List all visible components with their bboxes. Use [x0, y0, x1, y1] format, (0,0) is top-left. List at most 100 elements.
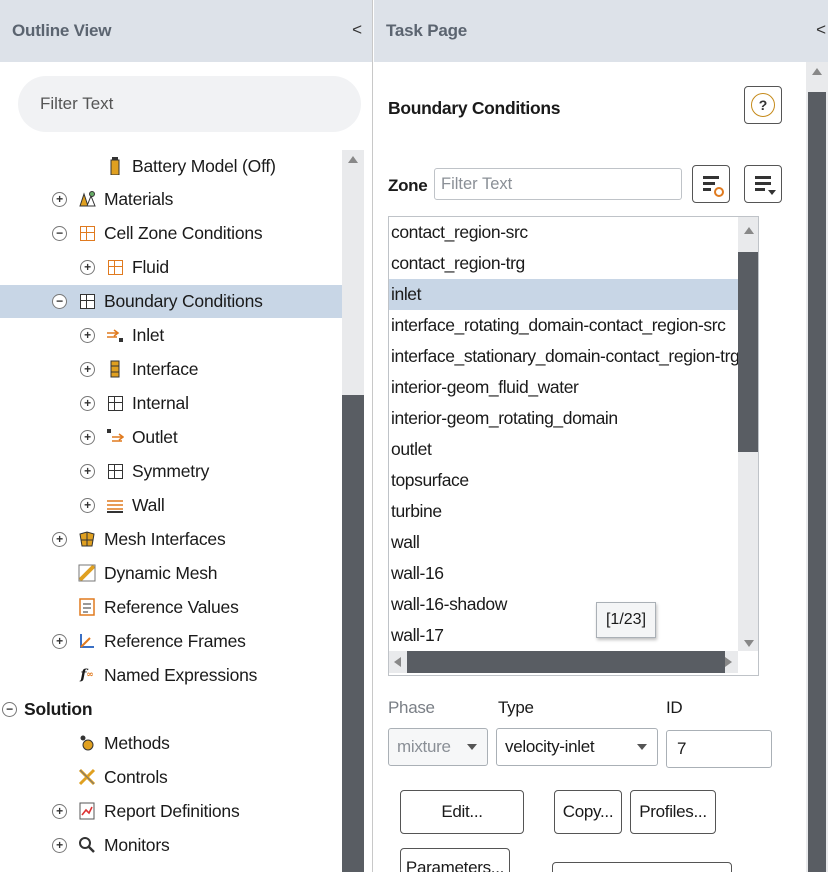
scroll-left-icon[interactable] [394, 657, 401, 667]
edit-button[interactable]: Edit... [400, 790, 524, 834]
collapse-icon[interactable]: − [52, 226, 67, 241]
tree-item-label: Boundary Conditions [104, 291, 263, 311]
tree-item-wall[interactable]: + Wall [0, 489, 342, 522]
methods-icon [78, 734, 96, 752]
tree-item-internal[interactable]: + Internal [0, 387, 342, 420]
zone-item[interactable]: wall-16 [389, 558, 758, 589]
tree-item-label: Wall [132, 495, 165, 515]
task-page-scrollbar[interactable] [806, 62, 828, 872]
filter-zones-button[interactable] [692, 165, 730, 203]
type-select[interactable]: velocity-inlet [496, 728, 658, 766]
tree-item-cell-zone-conditions[interactable]: − Cell Zone Conditions [0, 217, 342, 250]
zone-item[interactable]: contact_region-src [389, 217, 758, 248]
tree-item-materials[interactable]: + Materials [0, 183, 342, 216]
tree-item-monitors[interactable]: + Monitors [0, 829, 342, 862]
outline-scroll-thumb[interactable] [342, 395, 364, 872]
expand-icon[interactable]: + [80, 260, 95, 275]
tree-item-label: Named Expressions [104, 665, 258, 685]
expand-icon[interactable]: + [80, 498, 95, 513]
tree-item-solution[interactable]: − Solution [0, 693, 342, 726]
tree-item-methods[interactable]: Methods [0, 727, 342, 760]
zone-item[interactable]: topsurface [389, 465, 758, 496]
zone-item-selected[interactable]: inlet [389, 279, 758, 310]
expand-icon[interactable]: + [80, 328, 95, 343]
zone-item[interactable]: wall-16-shadow [389, 589, 758, 620]
grid-icon [106, 258, 124, 276]
tree-item-fluid[interactable]: + Fluid [0, 251, 342, 284]
outline-collapse-button[interactable]: < [352, 20, 362, 40]
scroll-right-icon[interactable] [725, 657, 732, 667]
task-page-scroll-thumb[interactable] [808, 92, 826, 872]
tree-item-named-expressions[interactable]: f ∞ Named Expressions [0, 659, 342, 692]
scroll-down-icon[interactable] [744, 640, 754, 647]
tree-item-label: Symmetry [132, 461, 210, 481]
expand-icon[interactable]: + [52, 532, 67, 547]
battery-icon [106, 157, 124, 175]
tree-item-report-definitions[interactable]: + Report Definitions [0, 795, 342, 828]
monitors-icon [78, 836, 96, 854]
tree-item-symmetry[interactable]: + Symmetry [0, 455, 342, 488]
tree-item-label: Monitors [104, 835, 170, 855]
materials-icon [78, 190, 96, 208]
help-button[interactable]: ? [744, 86, 782, 124]
outline-filter-input[interactable] [40, 94, 340, 114]
zone-list-horizontal-scrollbar[interactable] [389, 651, 738, 673]
phase-select[interactable]: mixture [388, 728, 488, 766]
function-icon: f ∞ [80, 667, 94, 683]
zone-item[interactable]: wall-17 [389, 620, 758, 651]
tree-item-interface[interactable]: + Interface [0, 353, 342, 386]
tree-item-mesh-interfaces[interactable]: + Mesh Interfaces [0, 523, 342, 556]
tree-item-label: Outlet [132, 427, 178, 447]
zone-filter-input[interactable] [434, 168, 682, 200]
zone-item[interactable]: interior-geom_rotating_domain [389, 403, 758, 434]
zone-list-scroll-thumb[interactable] [738, 252, 758, 452]
scroll-up-icon[interactable] [348, 156, 358, 163]
collapse-icon[interactable]: − [52, 294, 67, 309]
task-page-header: Task Page < [374, 0, 828, 62]
expand-icon[interactable]: + [52, 192, 67, 207]
collapse-icon[interactable]: − [2, 702, 17, 717]
tree-item-outlet[interactable]: + Outlet [0, 421, 342, 454]
expand-icon[interactable]: + [80, 362, 95, 377]
tree-item-label: Fluid [132, 257, 169, 277]
expand-icon[interactable]: + [80, 430, 95, 445]
zone-item[interactable]: turbine [389, 496, 758, 527]
expand-icon[interactable]: + [52, 804, 67, 819]
task-collapse-button[interactable]: < [816, 20, 826, 40]
scroll-up-icon[interactable] [812, 68, 822, 75]
tree-item-controls[interactable]: Controls [0, 761, 342, 794]
scroll-up-icon[interactable] [744, 227, 754, 234]
expand-icon[interactable]: + [80, 464, 95, 479]
zone-item[interactable]: interface_rotating_domain-contact_region… [389, 310, 758, 341]
help-icon: ? [751, 93, 775, 117]
zone-item[interactable]: interior-geom_fluid_water [389, 372, 758, 403]
outline-scrollbar[interactable] [342, 150, 364, 872]
zone-list-hscroll-thumb[interactable] [407, 651, 725, 673]
phase-label: Phase [388, 698, 435, 717]
profiles-button[interactable]: Profiles... [630, 790, 716, 834]
tree-item-battery-model[interactable]: Battery Model (Off) [0, 150, 342, 183]
zone-item[interactable]: interface_stationary_domain-contact_regi… [389, 341, 758, 372]
copy-button[interactable]: Copy... [554, 790, 622, 834]
outline-filter-box[interactable] [18, 76, 361, 132]
tree-item-dynamic-mesh[interactable]: Dynamic Mesh [0, 557, 342, 590]
zone-item[interactable]: wall [389, 527, 758, 558]
zone-item[interactable]: outlet [389, 434, 758, 465]
expand-icon[interactable]: + [52, 838, 67, 853]
tree-item-label: Internal [132, 393, 189, 413]
tree-item-label: Report Definitions [104, 801, 240, 821]
zone-list-vertical-scrollbar[interactable] [738, 217, 758, 651]
task-page-body: Boundary Conditions ? Zone contact_regio… [374, 62, 806, 872]
zone-item[interactable]: contact_region-trg [389, 248, 758, 279]
zone-list[interactable]: contact_region-src contact_region-trg in… [388, 216, 759, 676]
tree-item-boundary-conditions[interactable]: − Boundary Conditions [0, 285, 342, 318]
id-input[interactable] [666, 730, 772, 768]
zone-options-button[interactable] [744, 165, 782, 203]
tree-item-reference-frames[interactable]: + Reference Frames [0, 625, 342, 658]
tree-item-inlet[interactable]: + Inlet [0, 319, 342, 352]
partial-button[interactable] [552, 862, 732, 872]
tree-item-reference-values[interactable]: Reference Values [0, 591, 342, 624]
parameters-button[interactable]: Parameters... [400, 848, 510, 872]
expand-icon[interactable]: + [52, 634, 67, 649]
expand-icon[interactable]: + [80, 396, 95, 411]
